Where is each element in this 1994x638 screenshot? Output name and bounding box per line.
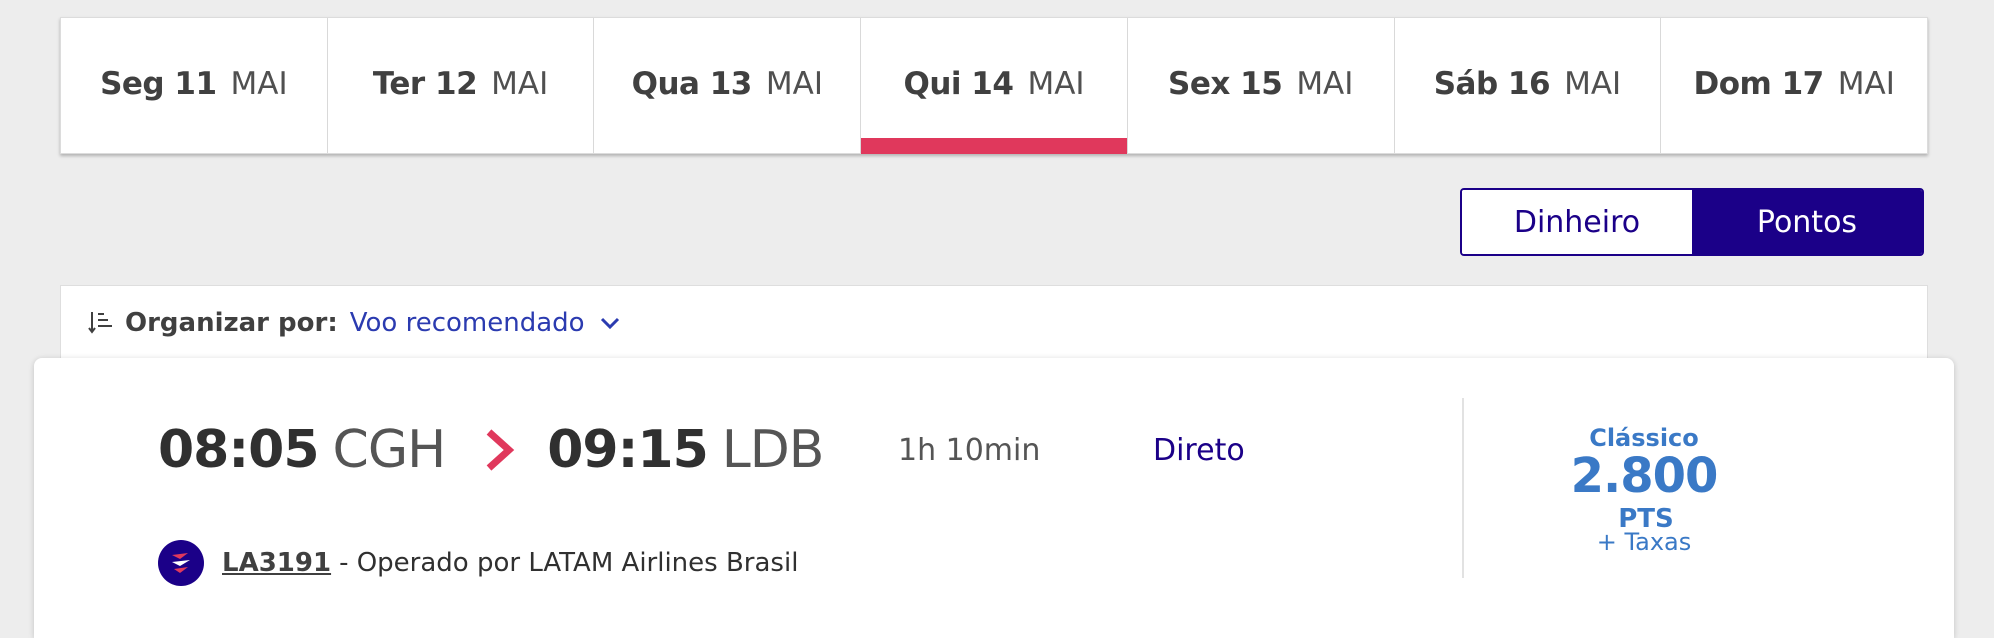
date-tab-day: Qui 14 (903, 65, 1014, 102)
date-tabs: Seg 11 MAI Ter 12 MAI Qua 13 MAI Qui 14 … (60, 17, 1928, 154)
flight-times: 08:05 CGH 09:15 LDB (158, 420, 825, 480)
sort-bar: Organizar por: Voo recomendado (60, 285, 1928, 361)
date-tab-qui-14[interactable]: Qui 14 MAI (861, 18, 1128, 154)
date-tab-day: Seg 11 (100, 65, 217, 102)
price-block[interactable]: Clássico 2.800 PTS + Taxas (1539, 424, 1749, 556)
flight-info: LA3191 - Operado por LATAM Airlines Bras… (158, 540, 798, 586)
date-tab-day: Qua 13 (631, 65, 753, 102)
departure-time: 08:05 (158, 420, 320, 480)
arrival-time: 09:15 (547, 420, 709, 480)
date-tab-day: Sex 15 (1168, 65, 1283, 102)
date-tab-sex-15[interactable]: Sex 15 MAI (1128, 18, 1395, 153)
latam-logo-icon (158, 540, 204, 586)
date-tab-day: Ter 12 (372, 65, 478, 102)
sort-icon (88, 312, 112, 334)
date-tab-month: MAI (230, 65, 288, 102)
price-amount: 2.800 (1570, 448, 1719, 504)
departure-airport: CGH (332, 420, 447, 480)
arrival-airport: LDB (721, 420, 825, 480)
currency-toggle: Dinheiro Pontos (1460, 188, 1924, 256)
taxes-label: + Taxas (1596, 528, 1692, 556)
flight-stops[interactable]: Direto (1153, 433, 1245, 468)
date-tab-ter-12[interactable]: Ter 12 MAI (328, 18, 595, 153)
date-tab-month: MAI (1296, 65, 1354, 102)
sort-label: Organizar por: (125, 308, 338, 338)
date-tab-sab-16[interactable]: Sáb 16 MAI (1395, 18, 1662, 153)
date-tab-dom-17[interactable]: Dom 17 MAI (1661, 18, 1927, 153)
date-tab-seg-11[interactable]: Seg 11 MAI (61, 18, 328, 153)
date-tab-month: MAI (765, 65, 823, 102)
date-tab-day: Dom 17 (1693, 65, 1824, 102)
flight-card[interactable]: 08:05 CGH 09:15 LDB 1h 10min Direto Clás… (34, 358, 1954, 638)
date-tab-month: MAI (491, 65, 549, 102)
card-divider (1462, 398, 1464, 578)
flight-duration: 1h 10min (898, 433, 1041, 468)
date-tab-month: MAI (1837, 65, 1895, 102)
chevron-down-icon[interactable] (599, 312, 621, 334)
arrow-right-icon (486, 429, 515, 471)
price-line: 2.800 PTS (1539, 448, 1749, 534)
date-tab-qua-13[interactable]: Qua 13 MAI (594, 18, 862, 153)
date-tab-month: MAI (1564, 65, 1622, 102)
points-toggle-button[interactable]: Pontos (1692, 190, 1922, 254)
sort-dropdown[interactable]: Voo recomendado (350, 308, 585, 338)
date-tab-month: MAI (1027, 65, 1085, 102)
operated-by-text: - Operado por LATAM Airlines Brasil (339, 548, 799, 578)
flight-number-link[interactable]: LA3191 (222, 548, 331, 578)
date-tab-day: Sáb 16 (1433, 65, 1551, 102)
money-toggle-button[interactable]: Dinheiro (1462, 190, 1692, 254)
